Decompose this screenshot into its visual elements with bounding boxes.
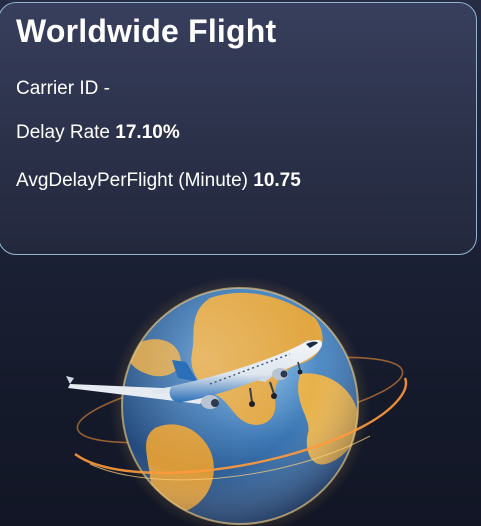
delay-rate-value: 17.10% — [115, 122, 180, 143]
avg-delay-metric: AvgDelayPerFlight (Minute) 10.75 — [16, 170, 301, 192]
flight-info-card: Worldwide Flight Carrier ID - Delay Rate… — [0, 2, 477, 255]
delay-rate-label: Delay Rate — [16, 122, 110, 143]
avg-delay-value: 10.75 — [253, 170, 301, 191]
globe-airplane-illustration — [66, 278, 408, 526]
carrier-id-metric: Carrier ID - — [16, 78, 110, 100]
carrier-id-label: Carrier ID - — [16, 78, 110, 99]
card-title: Worldwide Flight — [16, 13, 277, 49]
delay-rate-metric: Delay Rate 17.10% — [16, 122, 180, 144]
avg-delay-label: AvgDelayPerFlight (Minute) — [16, 170, 248, 191]
